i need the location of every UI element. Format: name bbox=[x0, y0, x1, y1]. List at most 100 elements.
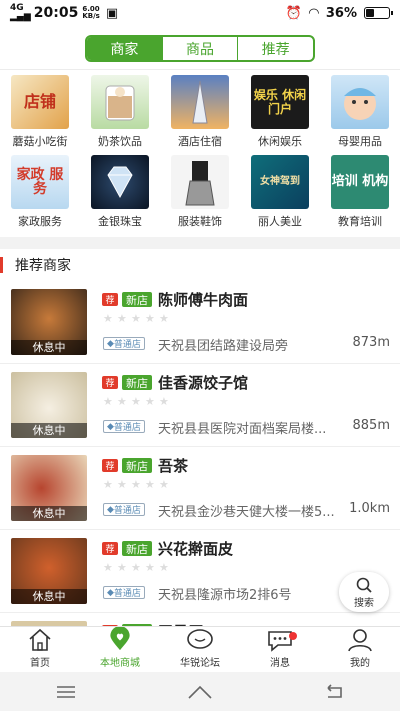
nav-label: 首页 bbox=[30, 658, 50, 669]
tab-shops[interactable]: 商家 bbox=[87, 37, 162, 60]
search-button[interactable]: 搜索 bbox=[339, 572, 389, 612]
shop-level-badge: ◆ 普通店 bbox=[103, 586, 145, 599]
rating-stars: ★ ★ ★ ★ ★ bbox=[103, 561, 169, 574]
search-button-label: 搜索 bbox=[354, 597, 374, 609]
new-shop-tag: 新店 bbox=[122, 375, 152, 390]
location-heart-icon bbox=[110, 627, 130, 651]
shop-address: 天祝县团结路建设局旁 bbox=[158, 339, 289, 354]
category-label: 教育培训 bbox=[338, 215, 382, 228]
category-housekeeping[interactable]: 家政 服务 家政服务 bbox=[0, 155, 80, 229]
section-gap bbox=[0, 237, 400, 249]
shop-level-badge: ◆ 普通店 bbox=[103, 420, 145, 433]
recommend-tag: 荐 bbox=[102, 542, 118, 555]
shop-level-badge: ◆ 普通店 bbox=[103, 503, 145, 516]
category-label: 母婴用品 bbox=[338, 135, 382, 148]
category-education[interactable]: 培训 机构 教育培训 bbox=[320, 155, 400, 229]
shop-name: 吾茶 bbox=[158, 457, 189, 475]
category-label: 奶茶饮品 bbox=[98, 135, 142, 148]
shop-status: 休息中 bbox=[11, 423, 87, 438]
nav-home[interactable]: 首页 bbox=[0, 627, 80, 672]
wifi-icon: ◠ bbox=[308, 5, 319, 21]
shop-image: 休息中 bbox=[11, 289, 87, 355]
new-shop-tag: 新店 bbox=[122, 541, 152, 556]
search-icon bbox=[356, 577, 372, 593]
category-label: 酒店住宿 bbox=[178, 135, 222, 148]
category-leisure[interactable]: 娱乐 休闲门户 休闲娱乐 bbox=[240, 75, 320, 149]
shop-status: 休息中 bbox=[11, 340, 87, 355]
tab-products[interactable]: 商品 bbox=[161, 37, 238, 60]
category-thumb bbox=[91, 155, 149, 209]
category-thumb: 女神驾到 bbox=[251, 155, 309, 209]
shop-name: 兴花擀面皮 bbox=[158, 540, 234, 558]
list-item[interactable]: 休息中 荐 新店 佳香源饺子馆 ★ ★ ★ ★ ★ ◆ 普通店 天祝县县医院对面档案局楼.… bbox=[0, 364, 400, 447]
category-snack-street[interactable]: 店铺 蘑菇小吃街 bbox=[0, 75, 80, 149]
shop-image: 休息中 bbox=[11, 372, 87, 438]
chat-bubble-icon bbox=[187, 629, 213, 649]
new-shop-tag: 新店 bbox=[122, 458, 152, 473]
nav-profile[interactable]: 我的 bbox=[320, 627, 400, 672]
category-thumb: 娱乐 休闲门户 bbox=[251, 75, 309, 129]
message-icon bbox=[268, 631, 292, 652]
menu-icon[interactable] bbox=[55, 685, 77, 699]
recommend-tag: 荐 bbox=[102, 459, 118, 472]
shop-status: 休息中 bbox=[11, 506, 87, 521]
category-thumb bbox=[331, 75, 389, 129]
recommend-tag: 荐 bbox=[102, 293, 118, 306]
section-header: 推荐商家 bbox=[0, 249, 400, 281]
shop-address: 天祝县县医院对面档案局楼... bbox=[158, 422, 327, 437]
list-item[interactable]: 休息中 荐 新店 陈师傅牛肉面 ★ ★ ★ ★ ★ ◆ 普通店 天祝县团结路建设局旁 87… bbox=[0, 281, 400, 364]
shop-name: 佳香源饺子馆 bbox=[158, 374, 249, 392]
category-clothing[interactable]: 服装鞋饰 bbox=[160, 155, 240, 229]
category-label: 丽人美业 bbox=[258, 215, 302, 228]
alarm-icon: ⏰ bbox=[285, 5, 302, 21]
clock: 20:05 bbox=[33, 5, 79, 21]
category-thumb: 家政 服务 bbox=[11, 155, 69, 209]
shop-status: 休息中 bbox=[11, 589, 87, 604]
category-hotel[interactable]: 酒店住宿 bbox=[160, 75, 240, 149]
nav-forum[interactable]: 华锐论坛 bbox=[160, 627, 240, 672]
network-indicator: 4G ▂▄▆ bbox=[10, 3, 31, 22]
notification-icon: ▣ bbox=[105, 5, 119, 21]
shop-image: 休息中 bbox=[11, 455, 87, 521]
shop-level-badge: ◆ 普通店 bbox=[103, 337, 145, 350]
nav-local-mall[interactable]: 本地商城 bbox=[80, 627, 160, 672]
section-accent-bar bbox=[0, 257, 3, 273]
rating-stars: ★ ★ ★ ★ ★ bbox=[103, 395, 169, 408]
network-speed: 6.00 KB/s bbox=[82, 5, 100, 20]
back-icon[interactable] bbox=[323, 683, 345, 700]
category-tabs: 商家 商品 推荐 bbox=[85, 35, 315, 62]
list-item[interactable]: 休息中 荐 新店 吾茶 ★ ★ ★ ★ ★ ◆ 普通店 天祝县金沙巷天健大楼一楼5... … bbox=[0, 447, 400, 530]
category-grid: 店铺 蘑菇小吃街 奶茶饮品 酒店住宿 娱乐 休闲门户 休闲娱乐 母婴用品 家政 bbox=[0, 75, 400, 242]
category-beauty[interactable]: 女神驾到 丽人美业 bbox=[240, 155, 320, 229]
nav-label: 本地商城 bbox=[100, 658, 140, 669]
battery-icon bbox=[364, 7, 393, 19]
shop-address: 天祝县金沙巷天健大楼一楼5... bbox=[158, 505, 335, 520]
system-nav-bar bbox=[0, 672, 400, 711]
category-milk-tea[interactable]: 奶茶饮品 bbox=[80, 75, 160, 149]
category-thumb bbox=[91, 75, 149, 129]
shop-distance: 1.0km bbox=[349, 501, 390, 516]
category-jewelry[interactable]: 金银珠宝 bbox=[80, 155, 160, 229]
unread-badge bbox=[289, 632, 297, 640]
rating-stars: ★ ★ ★ ★ ★ bbox=[103, 478, 169, 491]
home-key-icon[interactable] bbox=[187, 684, 213, 700]
recommend-tag: 荐 bbox=[102, 376, 118, 389]
tab-recommend[interactable]: 推荐 bbox=[237, 37, 313, 60]
battery-percent: 36% bbox=[325, 5, 357, 21]
category-thumb bbox=[171, 75, 229, 129]
rating-stars: ★ ★ ★ ★ ★ bbox=[103, 312, 169, 325]
category-mother-baby[interactable]: 母婴用品 bbox=[320, 75, 400, 149]
category-thumb bbox=[171, 155, 229, 209]
nav-label: 华锐论坛 bbox=[180, 658, 220, 669]
nav-label: 消息 bbox=[270, 658, 290, 669]
shop-address: 天祝县隆源市场2排6号 bbox=[158, 588, 292, 603]
category-label: 休闲娱乐 bbox=[258, 135, 302, 148]
shop-image: 休息中 bbox=[11, 538, 87, 604]
category-label: 金银珠宝 bbox=[98, 215, 142, 228]
shop-distance: 885m bbox=[352, 418, 390, 433]
nav-messages[interactable]: 消息 bbox=[240, 627, 320, 672]
user-icon bbox=[348, 629, 372, 652]
bottom-nav: 首页 本地商城 华锐论坛 消息 我的 bbox=[0, 626, 400, 672]
home-icon bbox=[29, 628, 51, 651]
divider bbox=[0, 69, 400, 70]
